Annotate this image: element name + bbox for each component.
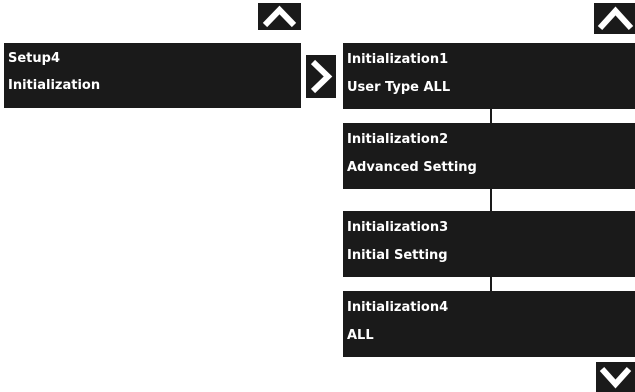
menu-item-title: Initialization3 (347, 220, 449, 235)
menu-item-initialization2[interactable]: Initialization2 Advanced Setting (343, 123, 635, 189)
menu-item-value: Initialization (8, 78, 101, 93)
menu-item-value: User Type ALL (347, 80, 451, 95)
connector-line (490, 189, 492, 211)
chevron-up-icon (258, 3, 301, 30)
menu-item-title: Initialization1 (347, 52, 449, 67)
chevron-up-icon (594, 3, 635, 34)
enter-arrow-button[interactable] (306, 55, 336, 98)
chevron-right-icon (306, 55, 336, 98)
down-arrow-button[interactable] (596, 362, 635, 392)
menu-item-value: Initial Setting (347, 248, 448, 263)
menu-item-value: Advanced Setting (347, 160, 477, 175)
connector-line (490, 277, 492, 291)
up-arrow-button-right[interactable] (594, 3, 635, 34)
menu-item-title: Initialization2 (347, 132, 449, 147)
menu-item-value: ALL (347, 328, 374, 343)
menu-item-title: Initialization4 (347, 300, 449, 315)
menu-item-initialization3[interactable]: Initialization3 Initial Setting (343, 211, 635, 277)
menu-item-initialization4[interactable]: Initialization4 ALL (343, 291, 635, 357)
menu-item-initialization1[interactable]: Initialization1 User Type ALL (343, 43, 635, 109)
chevron-down-icon (596, 362, 635, 392)
menu-item-title: Setup4 (8, 51, 60, 66)
menu-item-setup4[interactable]: Setup4 Initialization (4, 43, 301, 108)
connector-line (490, 109, 492, 123)
up-arrow-button-left[interactable] (258, 3, 301, 30)
